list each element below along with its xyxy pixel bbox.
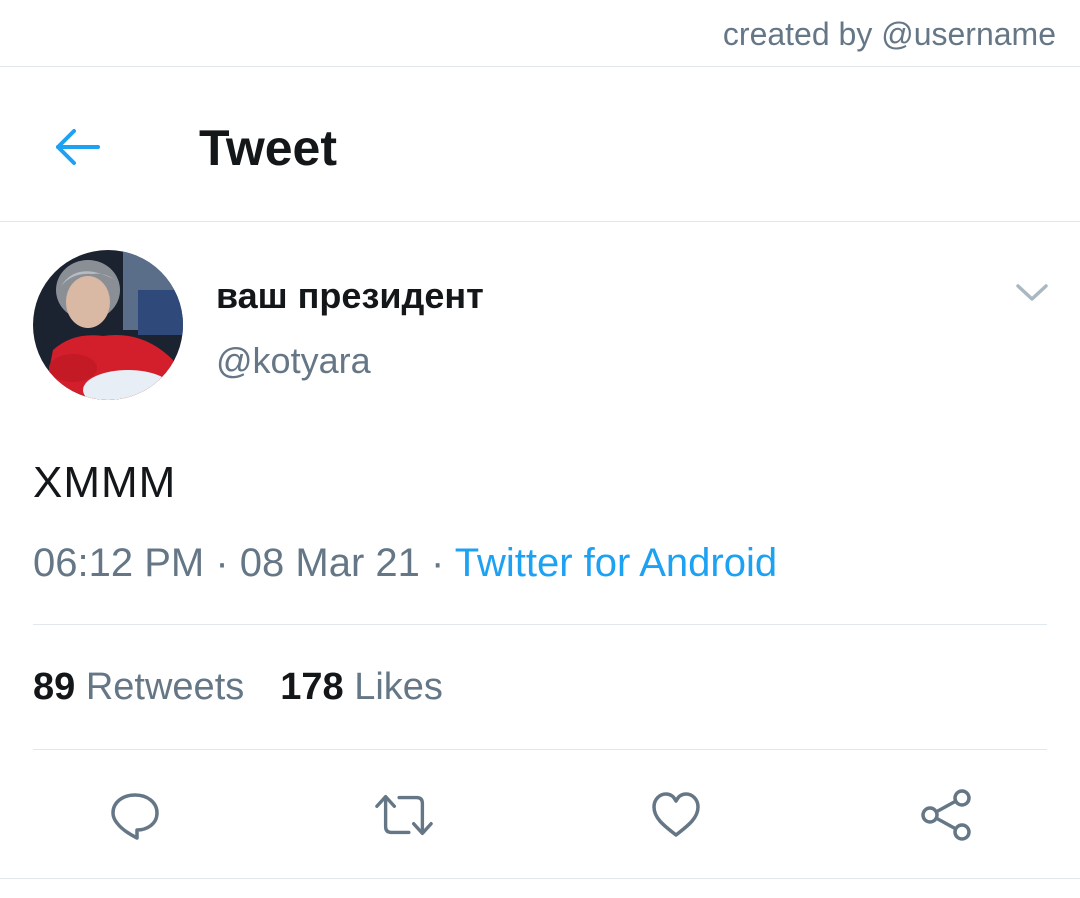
app-header: Tweet [0,67,1080,222]
divider [33,624,1047,625]
chevron-down-icon [1016,284,1048,301]
display-name[interactable]: ваш президент [216,275,484,317]
divider [33,749,1047,750]
arrow-left-icon [56,129,100,165]
likes-stat[interactable]: 178 Likes [280,666,443,708]
tweet-meta: 06:12 PM · 08 Mar 21 · Twitter for Andro… [33,541,777,586]
share-button[interactable] [916,785,976,845]
retweets-stat[interactable]: 89 Retweets [33,666,244,708]
tweet-time: 06:12 PM [33,541,205,585]
retweet-icon [375,794,433,836]
divider [0,878,1080,879]
retweets-label: Retweets [85,666,245,708]
retweet-button[interactable] [374,785,434,845]
back-button[interactable] [52,122,102,172]
share-icon [921,789,971,841]
tweet-source-link[interactable]: Twitter for Android [455,541,777,585]
likes-count: 178 [280,666,344,708]
like-button[interactable] [646,785,706,845]
credit-bar: created by @username [0,0,1080,67]
credit-text: created by @username [722,16,1056,52]
retweets-count: 89 [33,666,76,708]
meta-separator: · [215,541,229,585]
heart-icon [652,792,700,837]
more-options-button[interactable] [1014,280,1050,304]
meta-separator: · [431,541,445,585]
likes-label: Likes [354,666,443,708]
tweet-stats: 89 Retweets 178 Likes [33,666,443,709]
avatar[interactable] [33,250,183,400]
page-title: Tweet [199,120,337,176]
avatar-image [33,250,183,400]
user-handle[interactable]: @kotyara [216,340,371,382]
tweet-date: 08 Mar 21 [239,541,420,585]
tweet-text: ХМММ [33,458,177,507]
reply-button[interactable] [105,785,165,845]
comment-bubble-icon [111,793,159,840]
